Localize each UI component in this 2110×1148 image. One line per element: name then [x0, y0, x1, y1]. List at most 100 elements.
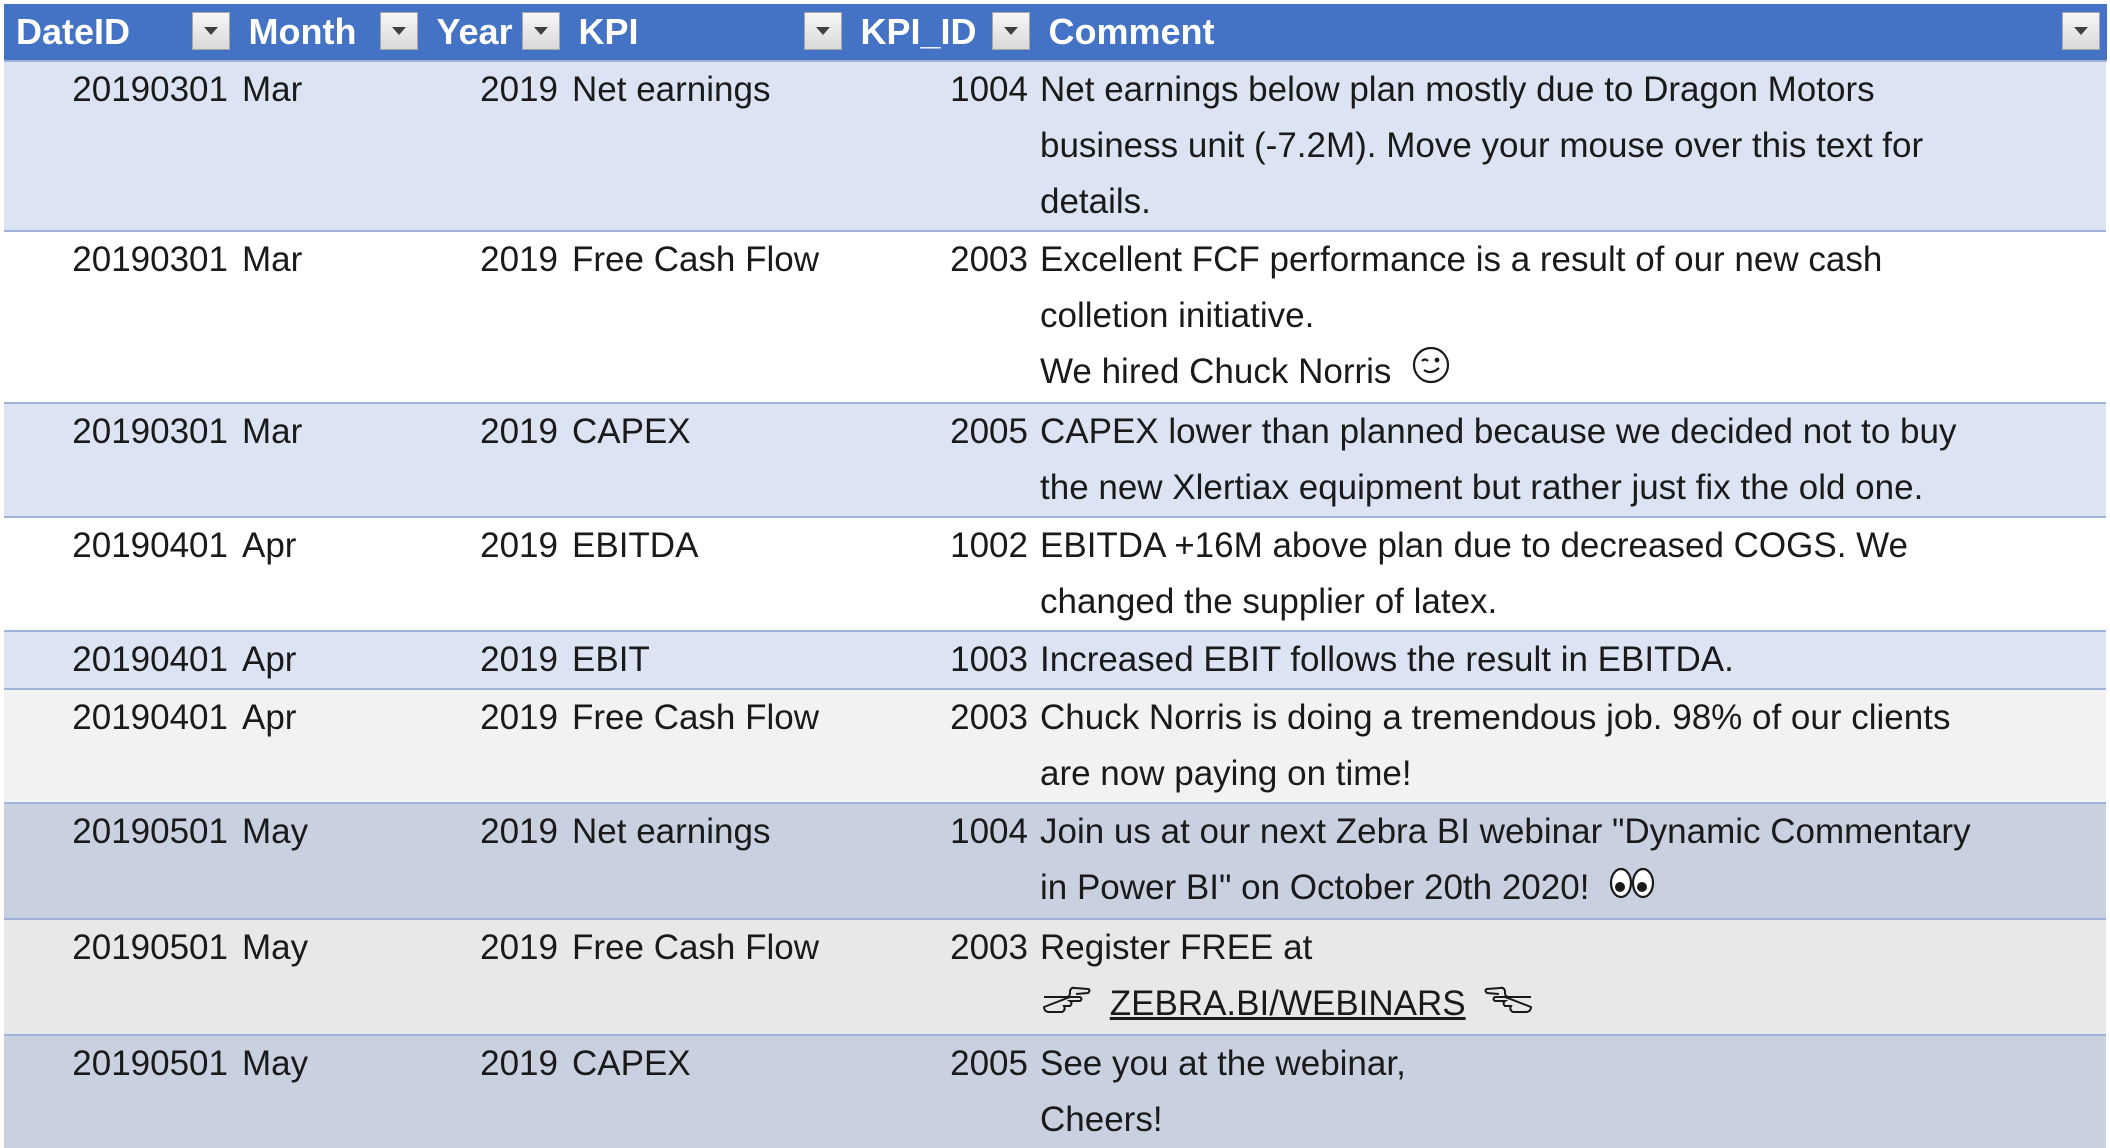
cell-month[interactable]: Mar	[236, 402, 424, 518]
comment-line: in Power BI" on October 20th 2020!	[1040, 868, 1590, 908]
cell-month[interactable]: Mar	[236, 229, 424, 404]
cell-kpi-id[interactable]: 1003	[848, 630, 1036, 690]
filter-dropdown-icon[interactable]	[521, 12, 560, 50]
filter-dropdown-icon[interactable]	[991, 12, 1030, 50]
header-year[interactable]: Year	[424, 4, 567, 61]
cell-kpi-id[interactable]: 2003	[848, 688, 1036, 804]
cell-year[interactable]: 2019	[424, 229, 566, 404]
cell-month[interactable]: Apr	[236, 630, 424, 690]
header-label: Year	[436, 11, 513, 52]
cell-dateid[interactable]: 20190301	[4, 402, 236, 518]
comment-line-with-emoji: We hired Chuck Norris	[1040, 344, 2086, 402]
comment-line: the new Xlertiax equipment but rather ju…	[1040, 468, 1924, 508]
cell-year[interactable]: 2019	[424, 688, 566, 804]
cell-kpi[interactable]: Net earnings	[566, 60, 848, 231]
filter-dropdown-icon[interactable]	[803, 12, 842, 50]
cell-year[interactable]: 2019	[424, 918, 566, 1035]
header-month[interactable]: Month	[236, 4, 425, 61]
filter-dropdown-icon[interactable]	[191, 12, 230, 50]
kpi-comments-table: DateID Month Year KPI KPI_ID Comment 201…	[4, 4, 2107, 1148]
table-row[interactable]: 20190301 Mar 2019 CAPEX 2005 CAPEX lower…	[4, 402, 2106, 518]
cell-month[interactable]: May	[236, 1033, 424, 1148]
cell-kpi[interactable]: Free Cash Flow	[566, 688, 848, 804]
cell-year[interactable]: 2019	[424, 60, 566, 231]
table-row[interactable]: 20190401 Apr 2019 EBITDA 1002 EBITDA +16…	[4, 516, 2106, 632]
comment-line: We hired Chuck Norris	[1040, 352, 1392, 391]
header-label: KPI	[578, 11, 639, 52]
cell-month[interactable]: Apr	[236, 688, 424, 804]
comment-line: colletion initiative.	[1040, 296, 1315, 335]
comment-line: business unit (-7.2M). Move your mouse o…	[1040, 126, 1924, 165]
cell-kpi[interactable]: Net earnings	[566, 802, 848, 919]
cell-comment[interactable]: Increased EBIT follows the result in EBI…	[1036, 630, 2106, 690]
cell-comment[interactable]: See you at the webinar, Cheers!	[1036, 1033, 2106, 1148]
cell-kpi-id[interactable]: 1004	[848, 60, 1036, 231]
cell-dateid[interactable]: 20190501	[4, 1033, 236, 1148]
comment-line: are now paying on time!	[1040, 754, 1412, 794]
cell-dateid[interactable]: 20190501	[4, 918, 236, 1035]
comment-line: Chuck Norris is doing a tremendous job. …	[1040, 698, 1951, 738]
comment-line: EBITDA +16M above plan due to decreased …	[1040, 526, 1909, 566]
table-row[interactable]: 20190501 May 2019 CAPEX 2005 See you at …	[4, 1033, 2106, 1148]
header-label: Month	[248, 11, 357, 52]
comment-line: Increased EBIT follows the result in EBI…	[1040, 640, 1734, 680]
cell-kpi[interactable]: CAPEX	[566, 1033, 848, 1148]
cell-dateid[interactable]: 20190501	[4, 802, 236, 919]
comment-line: Join us at our next Zebra BI webinar "Dy…	[1040, 812, 1971, 852]
cell-dateid[interactable]: 20190301	[4, 229, 236, 404]
cell-dateid[interactable]: 20190401	[4, 630, 236, 690]
cell-year[interactable]: 2019	[424, 402, 566, 518]
cell-kpi[interactable]: EBITDA	[566, 516, 848, 632]
cell-kpi-id[interactable]: 1004	[848, 802, 1036, 919]
cell-year[interactable]: 2019	[424, 1033, 566, 1148]
spreadsheet: DateID Month Year KPI KPI_ID Comment 201…	[0, 0, 2110, 1148]
cell-kpi-id[interactable]: 2005	[848, 1033, 1036, 1148]
header-kpi[interactable]: KPI	[566, 4, 849, 61]
cell-month[interactable]: May	[236, 802, 424, 919]
cell-kpi-id[interactable]: 2003	[848, 918, 1036, 1035]
filter-dropdown-icon[interactable]	[2061, 12, 2100, 50]
cell-dateid[interactable]: 20190301	[4, 60, 236, 231]
header-dateid[interactable]: DateID	[4, 4, 237, 61]
table-row[interactable]: 20190401 Apr 2019 Free Cash Flow 2003 Ch…	[4, 688, 2106, 804]
cell-comment[interactable]: EBITDA +16M above plan due to decreased …	[1036, 516, 2106, 632]
comment-line: CAPEX lower than planned because we deci…	[1040, 412, 1957, 452]
filter-dropdown-icon[interactable]	[379, 12, 418, 50]
header-label: DateID	[16, 11, 131, 52]
cell-month[interactable]: Mar	[236, 60, 424, 231]
cell-kpi-id[interactable]: 1002	[848, 516, 1036, 632]
table-row[interactable]: 20190501 May 2019 Free Cash Flow 2003 Re…	[4, 918, 2106, 1035]
cell-kpi-id[interactable]: 2005	[848, 402, 1036, 518]
cell-month[interactable]: May	[236, 918, 424, 1035]
cell-kpi-id[interactable]: 2003	[848, 229, 1036, 404]
comment-line-with-emoji: in Power BI" on October 20th 2020!	[1040, 860, 2086, 918]
cell-comment[interactable]: Net earnings below plan mostly due to Dr…	[1036, 60, 2106, 231]
table-row[interactable]: 20190301 Mar 2019 Free Cash Flow 2003 Ex…	[4, 229, 2106, 404]
header-comment[interactable]: Comment	[1036, 4, 2107, 61]
pointing-left-hand-icon	[1483, 978, 1535, 1034]
cell-dateid[interactable]: 20190401	[4, 516, 236, 632]
cell-comment[interactable]: Join us at our next Zebra BI webinar "Dy…	[1036, 802, 2106, 919]
comment-line: Cheers!	[1040, 1099, 1163, 1139]
comment-line: See you at the webinar,	[1040, 1043, 1406, 1083]
header-label: Comment	[1048, 11, 1215, 52]
cell-kpi[interactable]: Free Cash Flow	[566, 918, 848, 1035]
cell-kpi[interactable]: EBIT	[566, 630, 848, 690]
cell-dateid[interactable]: 20190401	[4, 688, 236, 804]
cell-comment[interactable]: Register FREE at ZEBRA.BI/WEBINARS	[1036, 918, 2106, 1035]
comment-line: changed the supplier of latex.	[1040, 582, 1498, 622]
table-row[interactable]: 20190401 Apr 2019 EBIT 1003 Increased EB…	[4, 630, 2106, 690]
webinar-link[interactable]: ZEBRA.BI/WEBINARS	[1110, 984, 1466, 1023]
cell-year[interactable]: 2019	[424, 630, 566, 690]
table-row[interactable]: 20190501 May 2019 Net earnings 1004 Join…	[4, 802, 2106, 919]
cell-kpi[interactable]: CAPEX	[566, 402, 848, 518]
cell-comment[interactable]: Excellent FCF performance is a result of…	[1036, 229, 2106, 404]
cell-comment[interactable]: Chuck Norris is doing a tremendous job. …	[1036, 688, 2106, 804]
cell-year[interactable]: 2019	[424, 802, 566, 919]
table-row[interactable]: 20190301 Mar 2019 Net earnings 1004 Net …	[4, 60, 2106, 231]
cell-comment[interactable]: CAPEX lower than planned because we deci…	[1036, 402, 2106, 518]
cell-year[interactable]: 2019	[424, 516, 566, 632]
cell-month[interactable]: Apr	[236, 516, 424, 632]
cell-kpi[interactable]: Free Cash Flow	[566, 229, 848, 404]
header-kpi-id[interactable]: KPI_ID	[848, 4, 1037, 61]
